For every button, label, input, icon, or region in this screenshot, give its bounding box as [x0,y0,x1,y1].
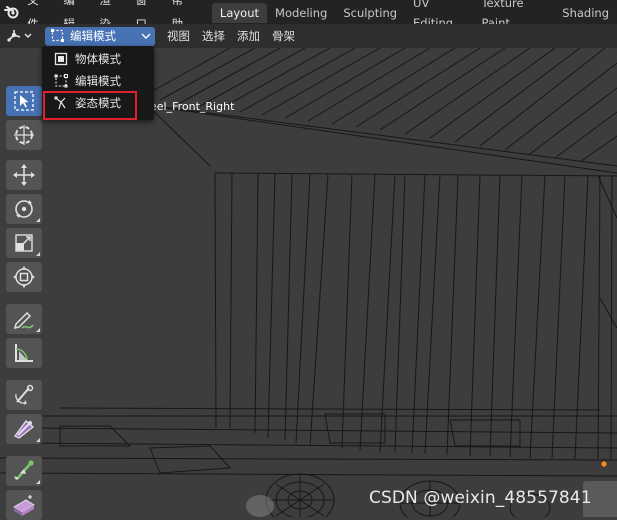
watermark: CSDN @weixin_48557841 [369,488,592,508]
annotation-highlight-box [43,91,137,120]
tool-options-indicator [36,252,40,256]
object-mode-icon [52,50,70,68]
measure-icon [15,344,33,362]
tool-bone-roll[interactable] [6,380,42,410]
dropdown-item-edit-mode[interactable]: 编辑模式 [42,70,154,92]
tool-annotate[interactable] [6,304,42,334]
tool-rotate[interactable] [6,194,42,224]
mode-select-label: 编辑模式 [70,29,116,43]
top-bar: 文件 编辑 渲染 窗口 帮助 Layout Modeling Sculpting… [0,0,617,31]
rotate-icon [15,200,33,218]
tool-options-indicator [36,480,40,484]
select-box-icon [14,91,34,111]
tool-measure[interactable] [6,338,42,368]
move-icon [13,164,35,186]
tool-extrude[interactable] [6,456,42,486]
extrude-icon [14,460,34,480]
edit-mode-icon [51,29,64,42]
dropdown-item-object-mode[interactable]: 物体模式 [42,48,154,70]
menu-armature[interactable]: 骨架 [266,24,301,48]
tool-options-indicator [36,328,40,332]
scale-icon [15,234,33,252]
viewport-header: 编辑模式 视图 选择 添加 骨架 [0,24,617,48]
menu-select[interactable]: 选择 [196,24,231,48]
annotate-icon [13,311,34,330]
menu-view[interactable]: 视图 [161,24,196,48]
shear-icon [13,495,35,516]
editor-type-selector[interactable] [6,26,38,46]
chevron-down-icon [141,33,151,39]
tool-options-indicator [36,438,40,442]
tool-cursor[interactable] [6,120,42,150]
blender-logo-icon[interactable] [2,0,21,24]
transform-icon [13,266,35,288]
active-object-name: eel_Front_Right [150,100,235,113]
tool-move[interactable] [6,160,42,190]
tool-scale[interactable] [6,228,42,258]
dropdown-item-label: 编辑模式 [75,74,121,88]
bone-roll-icon [15,384,34,405]
tab-layout[interactable]: Layout [211,3,268,23]
tab-shading[interactable]: Shading [554,3,617,23]
tool-bone-size[interactable] [6,414,42,444]
edit-mode-icon [52,72,70,90]
menu-add[interactable]: 添加 [231,24,266,48]
cursor-icon [14,125,34,145]
tool-transform[interactable] [6,262,42,292]
tab-sculpting[interactable]: Sculpting [335,3,405,23]
bone-size-icon [14,420,35,439]
tool-select-box[interactable] [6,86,42,116]
3d-viewport-icon [7,30,32,42]
tool-shear[interactable] [6,490,42,520]
tab-modeling[interactable]: Modeling [267,3,335,23]
mode-select[interactable]: 编辑模式 [45,26,155,46]
tool-options-indicator [36,218,40,222]
dropdown-item-label: 物体模式 [75,52,121,66]
